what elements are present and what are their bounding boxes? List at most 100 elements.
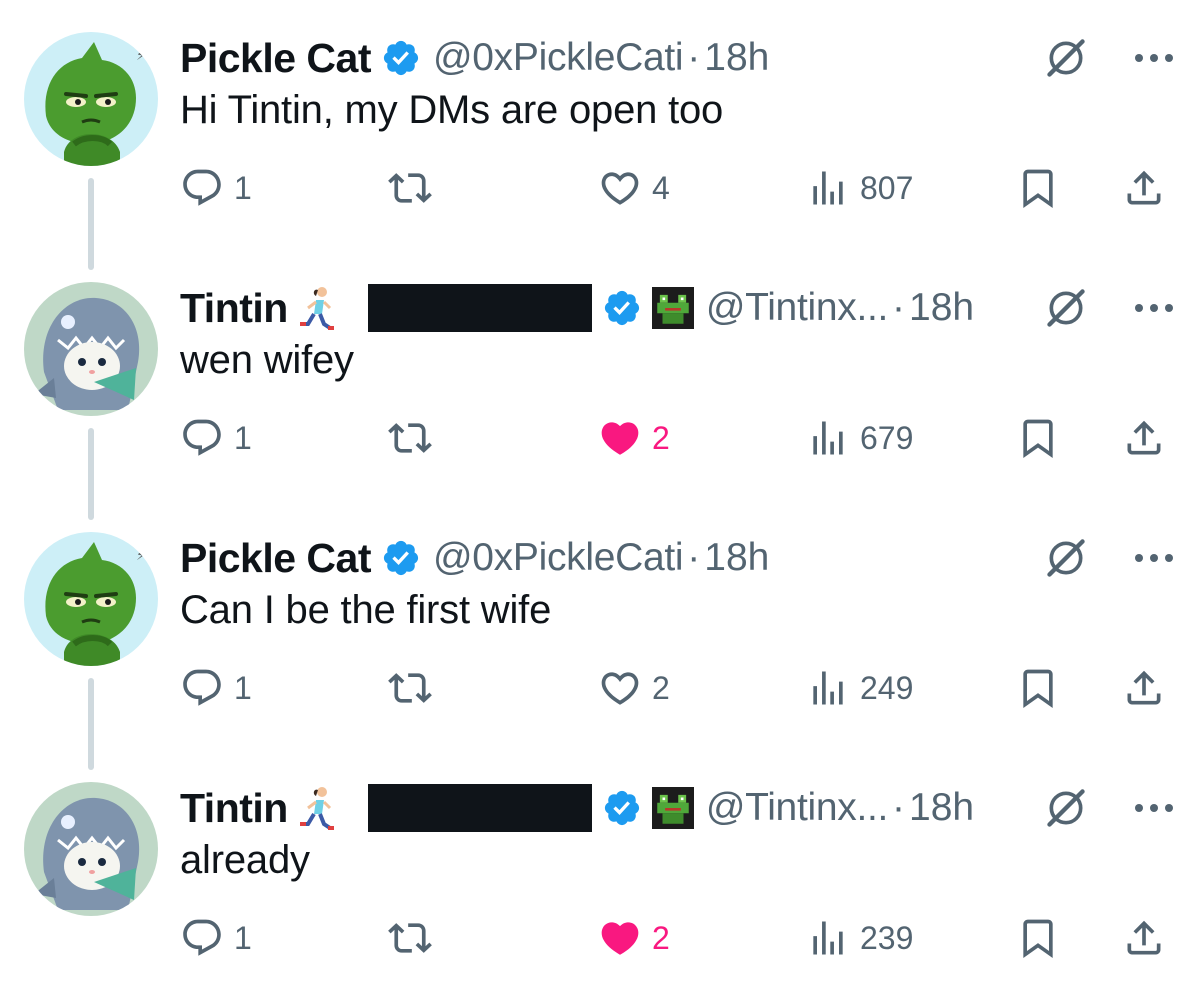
share-button[interactable] [1122, 658, 1166, 718]
frog-badge-icon [652, 287, 694, 329]
display-name[interactable]: Pickle Cat [180, 35, 372, 82]
more-icon[interactable] [1132, 51, 1176, 65]
tweet-header: Pickle Cat @0xPickleCati · 18h [180, 530, 1176, 586]
pickle-cat-avatar [24, 532, 158, 666]
bookmark-icon [1016, 416, 1060, 460]
like-count: 2 [652, 919, 670, 956]
share-icon [1122, 916, 1166, 960]
views-icon [806, 916, 850, 960]
handle[interactable]: @0xPickleCati [433, 536, 684, 580]
more-icon[interactable] [1132, 801, 1176, 815]
action-bar: 1 2 239 [180, 908, 1176, 968]
timestamp[interactable]: 18h [909, 786, 974, 830]
views-icon [806, 666, 850, 710]
like-button[interactable]: 2 [598, 908, 670, 968]
avatar[interactable] [24, 532, 158, 666]
share-button[interactable] [1122, 158, 1166, 218]
grok-icon[interactable] [1044, 536, 1088, 580]
share-button[interactable] [1122, 908, 1166, 968]
views-button[interactable]: 807 [806, 158, 913, 218]
like-button[interactable]: 2 [598, 658, 670, 718]
display-name[interactable]: Tintin [180, 285, 288, 332]
handle[interactable]: @0xPickleCati [433, 36, 684, 80]
verified-badge-icon [602, 288, 642, 328]
grok-icon[interactable] [1044, 786, 1088, 830]
share-icon [1122, 416, 1166, 460]
bookmark-button[interactable] [1016, 408, 1060, 468]
tweet-text: already [180, 838, 310, 882]
share-button[interactable] [1122, 408, 1166, 468]
grok-icon[interactable] [1044, 286, 1088, 330]
reply-button[interactable]: 1 [180, 658, 252, 718]
views-count: 239 [860, 919, 914, 956]
share-icon [1122, 166, 1166, 210]
separator-dot: · [687, 36, 701, 79]
tweet[interactable]: Tintin @Tintinx... · 18h wen wifey 1 2 6… [0, 250, 1200, 500]
more-icon[interactable] [1132, 551, 1176, 565]
retweet-button[interactable] [388, 658, 432, 718]
bookmark-button[interactable] [1016, 908, 1060, 968]
separator-dot: · [892, 786, 906, 829]
reply-icon [180, 416, 224, 460]
more-icon[interactable] [1132, 301, 1176, 315]
reply-count: 1 [234, 669, 252, 706]
tweet-header: Pickle Cat @0xPickleCati · 18h [180, 30, 1176, 86]
views-button[interactable]: 239 [806, 908, 913, 968]
heart-icon [598, 666, 642, 710]
bookmark-icon [1016, 916, 1060, 960]
handle[interactable]: @Tintinx... [706, 286, 889, 330]
handle[interactable]: @Tintinx... [706, 786, 889, 830]
like-count: 2 [652, 669, 670, 706]
reply-count: 1 [234, 919, 252, 956]
tweet[interactable]: Tintin @Tintinx... · 18h already 1 2 239 [0, 750, 1200, 1000]
retweet-icon [388, 416, 432, 460]
reply-count: 1 [234, 169, 252, 206]
tweet-text: Hi Tintin, my DMs are open too [180, 88, 724, 132]
views-count: 679 [860, 419, 914, 456]
tweet-header: Tintin @Tintinx... · 18h [180, 280, 1176, 336]
shark-cat-avatar [24, 282, 158, 416]
display-name[interactable]: Tintin [180, 785, 288, 832]
timestamp[interactable]: 18h [909, 286, 974, 330]
reply-icon [180, 166, 224, 210]
share-icon [1122, 666, 1166, 710]
views-button[interactable]: 679 [806, 408, 913, 468]
display-name[interactable]: Pickle Cat [180, 535, 372, 582]
tweet-text: Can I be the first wife [180, 588, 552, 632]
reply-button[interactable]: 1 [180, 908, 252, 968]
tweet-header: Tintin @Tintinx... · 18h [180, 780, 1176, 836]
tweet[interactable]: Pickle Cat @0xPickleCati · 18h Hi Tintin… [0, 0, 1200, 250]
retweet-button[interactable] [388, 408, 432, 468]
verified-badge-icon [381, 538, 421, 578]
tweet[interactable]: Pickle Cat @0xPickleCati · 18h Can I be … [0, 500, 1200, 750]
heart-icon [598, 916, 642, 960]
like-button[interactable]: 2 [598, 408, 670, 468]
avatar[interactable] [24, 282, 158, 416]
reply-icon [180, 916, 224, 960]
action-bar: 1 2 249 [180, 658, 1176, 718]
views-icon [806, 166, 850, 210]
bookmark-button[interactable] [1016, 658, 1060, 718]
verified-badge-icon [602, 788, 642, 828]
runner-emoji-icon [294, 784, 338, 832]
views-button[interactable]: 249 [806, 658, 913, 718]
views-count: 249 [860, 669, 914, 706]
redaction-bar [367, 284, 592, 332]
timestamp[interactable]: 18h [704, 36, 769, 80]
bookmark-button[interactable] [1016, 158, 1060, 218]
action-bar: 1 4 807 [180, 158, 1176, 218]
timestamp[interactable]: 18h [704, 536, 769, 580]
like-count: 4 [652, 169, 670, 206]
reply-button[interactable]: 1 [180, 158, 252, 218]
avatar[interactable] [24, 782, 158, 916]
views-count: 807 [860, 169, 914, 206]
action-bar: 1 2 679 [180, 408, 1176, 468]
retweet-button[interactable] [388, 158, 432, 218]
grok-icon[interactable] [1044, 36, 1088, 80]
avatar[interactable] [24, 32, 158, 166]
separator-dot: · [892, 286, 906, 329]
like-button[interactable]: 4 [598, 158, 670, 218]
retweet-button[interactable] [388, 908, 432, 968]
separator-dot: · [687, 536, 701, 579]
reply-button[interactable]: 1 [180, 408, 252, 468]
